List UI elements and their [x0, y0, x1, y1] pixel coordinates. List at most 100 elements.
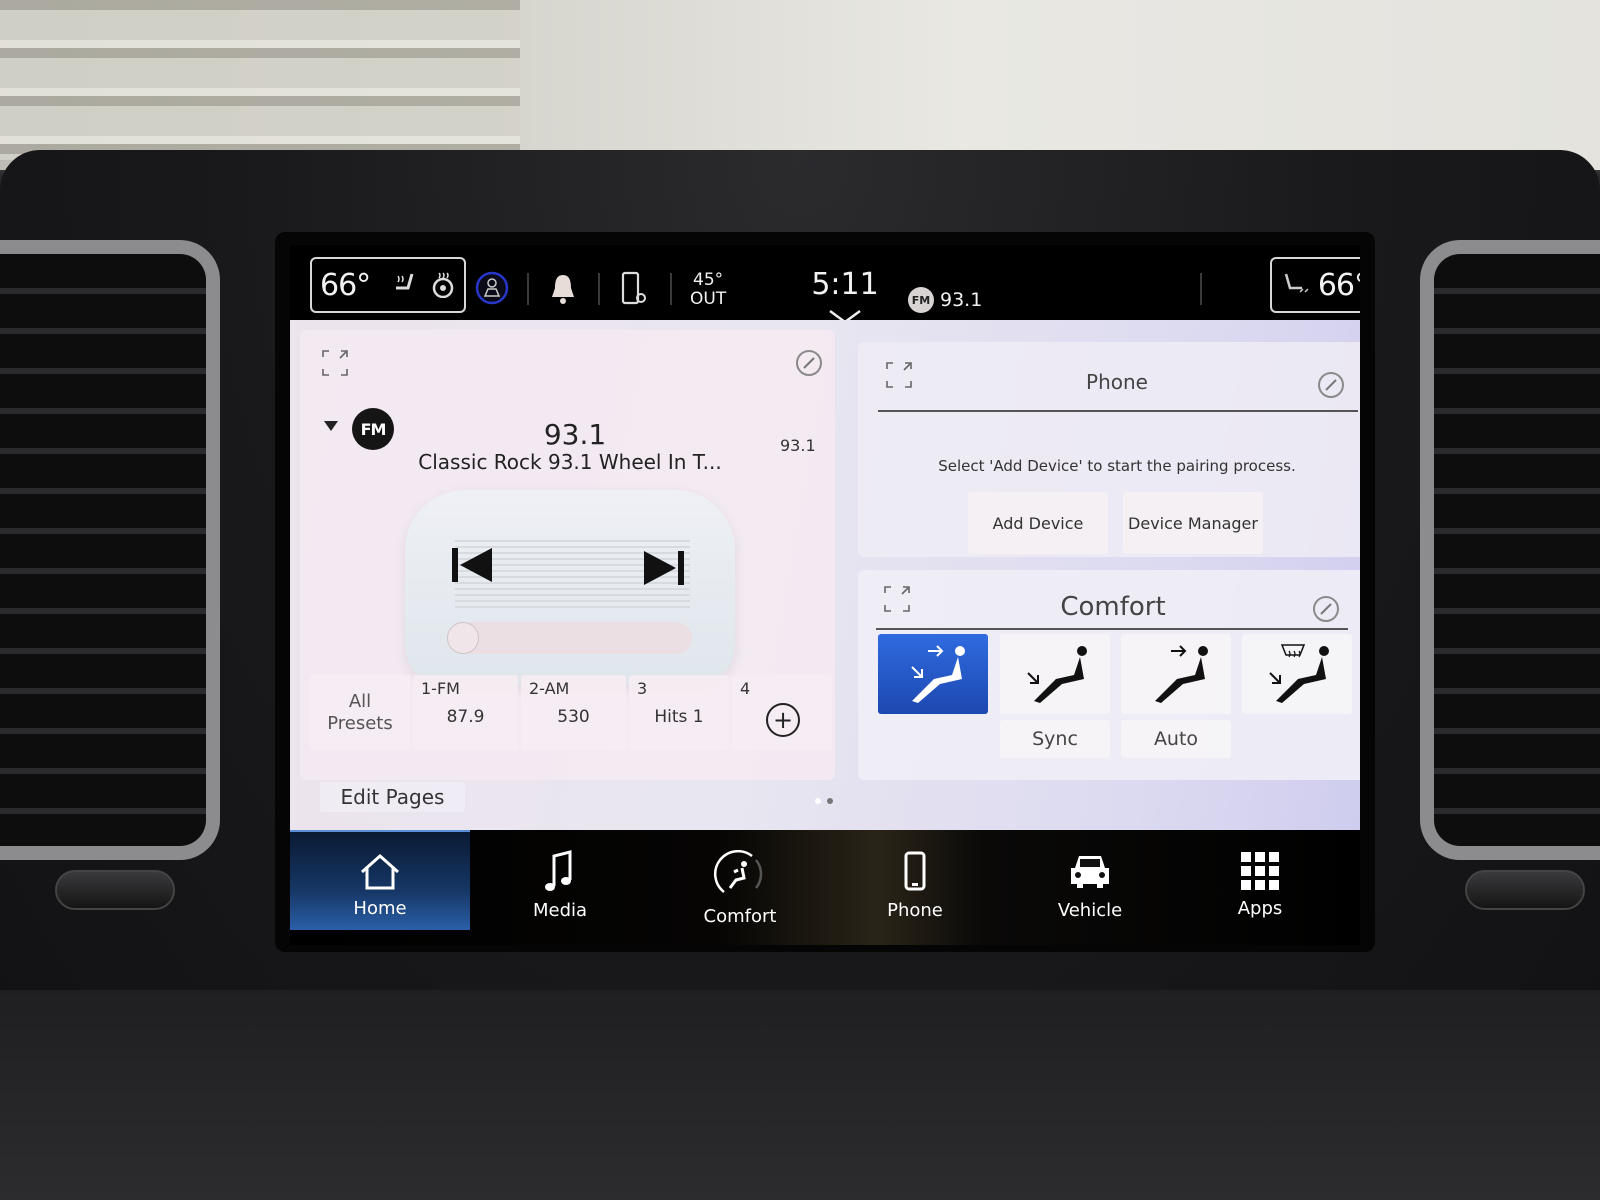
edit-pencil-icon[interactable] — [1318, 372, 1344, 398]
comfort-title: Comfort — [1060, 592, 1166, 622]
nav-comfort[interactable]: Comfort — [650, 830, 830, 930]
edit-pages-button[interactable]: Edit Pages — [320, 782, 465, 812]
seat-airflow-feet-icon — [1027, 646, 1087, 703]
previous-track-icon[interactable] — [450, 545, 496, 589]
nav-media[interactable]: Media — [470, 830, 650, 930]
outside-temperature: 45° OUT — [690, 271, 726, 309]
airflow-mode-feet-button[interactable] — [1000, 634, 1110, 714]
outside-temperature-value: 45° — [693, 270, 724, 290]
preset-4[interactable]: 4 + — [732, 675, 832, 750]
preset-value: Hits 1 — [654, 707, 704, 727]
passenger-climate-control[interactable]: 66° — [1270, 257, 1360, 313]
fm-band-badge[interactable]: FM — [352, 408, 394, 450]
comfort-divider — [876, 628, 1348, 630]
driver-profile-icon[interactable] — [474, 270, 510, 306]
nav-vehicle[interactable]: Vehicle — [1000, 830, 1180, 930]
status-separator — [598, 273, 600, 305]
station-frequency-secondary: 93.1 — [780, 436, 816, 455]
phone-divider — [878, 410, 1358, 412]
auto-button[interactable]: Auto — [1121, 720, 1231, 758]
phone-settings-icon[interactable] — [620, 271, 648, 307]
expand-icon[interactable] — [320, 348, 350, 382]
status-separator — [527, 273, 529, 305]
airflow-mode-defrost-feet-button[interactable] — [1242, 634, 1352, 714]
nav-label: Vehicle — [1057, 900, 1123, 921]
nav-label: Media — [532, 900, 588, 921]
left-dash-knob — [55, 870, 175, 910]
comfort-seat-icon — [714, 850, 763, 893]
background-window-blind — [0, 0, 520, 160]
fm-band-badge: FM — [908, 287, 934, 313]
now-playing-frequency: 93.1 — [940, 289, 983, 311]
add-device-button[interactable]: Add Device — [968, 492, 1108, 554]
station-frequency: 93.1 — [543, 418, 607, 451]
passenger-temperature: 66° — [1317, 267, 1360, 303]
preset-number: 3 — [637, 679, 648, 698]
preset-2[interactable]: 2-AM 530 — [521, 675, 626, 750]
left-air-vent — [0, 240, 220, 860]
edit-pencil-icon[interactable] — [1313, 596, 1339, 622]
all-presets-label-line1: All — [348, 690, 372, 712]
passenger-seat-heat-icon[interactable] — [1280, 272, 1310, 298]
now-playing-indicator[interactable]: FM 93.1 — [908, 287, 982, 313]
car-icon — [1071, 856, 1109, 888]
nav-label: Phone — [887, 900, 943, 921]
clock: 5:11 — [811, 267, 879, 302]
status-separator — [670, 273, 672, 305]
apps-grid-icon — [1241, 852, 1279, 890]
notification-bell-icon[interactable] — [548, 272, 578, 306]
driver-temperature: 66° — [320, 267, 371, 303]
driver-climate-control[interactable]: 66° — [310, 257, 466, 313]
page-dot[interactable] — [827, 798, 833, 804]
preset-number: 2-AM — [529, 679, 570, 698]
nav-apps[interactable]: Apps — [1170, 830, 1350, 930]
page-dot-active[interactable] — [815, 798, 821, 804]
page-indicator[interactable] — [815, 798, 833, 804]
airflow-mode-body-button[interactable] — [1121, 634, 1231, 714]
seat-airflow-defrost-feet-icon — [1269, 644, 1329, 703]
phone-widget[interactable]: Phone Select 'Add Device' to start the p… — [858, 342, 1360, 557]
bottom-nav-bar: Home Media Comfort Phone Vehicle Apps — [290, 830, 1360, 945]
next-track-icon[interactable] — [640, 548, 686, 592]
seat-heat-icon[interactable] — [392, 272, 422, 298]
home-icon — [361, 853, 399, 890]
radio-widget[interactable]: FM 93.1 Classic Rock 93.1 Wheel In T... … — [300, 330, 835, 780]
pairing-instructions: Select 'Add Device' to start the pairing… — [938, 457, 1296, 475]
preset-3[interactable]: 3 Hits 1 — [629, 675, 729, 750]
preset-number: 4 — [740, 679, 751, 698]
nav-home[interactable]: Home — [290, 830, 470, 930]
right-air-vent — [1420, 240, 1600, 860]
edit-pencil-icon[interactable] — [796, 350, 822, 376]
nav-label: Comfort — [703, 906, 777, 927]
dashboard-lower — [0, 990, 1600, 1200]
nav-label: Apps — [1237, 898, 1283, 919]
infotainment-screen: 66° 45° OUT 5:11 FM 93.1 66 FM 93.1 Clas… — [290, 245, 1360, 945]
home-content: FM 93.1 Classic Rock 93.1 Wheel In T... … — [290, 320, 1360, 830]
all-presets-label-line2: Presets — [327, 712, 393, 734]
device-manager-button[interactable]: Device Manager — [1123, 492, 1263, 554]
status-separator — [1200, 273, 1202, 305]
status-bar: 66° 45° OUT 5:11 FM 93.1 66 — [290, 245, 1360, 324]
nav-label: Home — [353, 898, 407, 919]
seat-airflow-body-icon — [1155, 645, 1208, 703]
sync-button[interactable]: Sync — [1000, 720, 1110, 758]
preset-bar: All Presets 1-FM 87.9 2-AM 530 3 Hits 1 — [310, 675, 835, 753]
phone-icon — [904, 851, 926, 891]
nav-phone[interactable]: Phone — [825, 830, 1005, 930]
phone-title: Phone — [1086, 370, 1148, 394]
preset-1[interactable]: 1-FM 87.9 — [413, 675, 518, 750]
right-dash-knob — [1465, 870, 1585, 910]
source-dropdown-icon[interactable] — [324, 421, 338, 431]
outside-temperature-label: OUT — [690, 289, 727, 309]
radio-dial — [447, 622, 692, 654]
seat-airflow-body-feet-icon — [911, 645, 965, 703]
radio-dial-knob — [447, 622, 479, 654]
steering-wheel-heat-icon[interactable] — [430, 272, 456, 298]
comfort-widget[interactable]: Comfort Sync Auto — [858, 570, 1360, 780]
music-note-icon — [545, 850, 572, 891]
station-name: Classic Rock 93.1 Wheel In T... — [418, 450, 722, 474]
add-preset-icon[interactable]: + — [766, 703, 800, 737]
airflow-mode-body-feet-button[interactable] — [878, 634, 988, 714]
preset-number: 1-FM — [421, 679, 460, 698]
all-presets-button[interactable]: All Presets — [310, 675, 410, 750]
